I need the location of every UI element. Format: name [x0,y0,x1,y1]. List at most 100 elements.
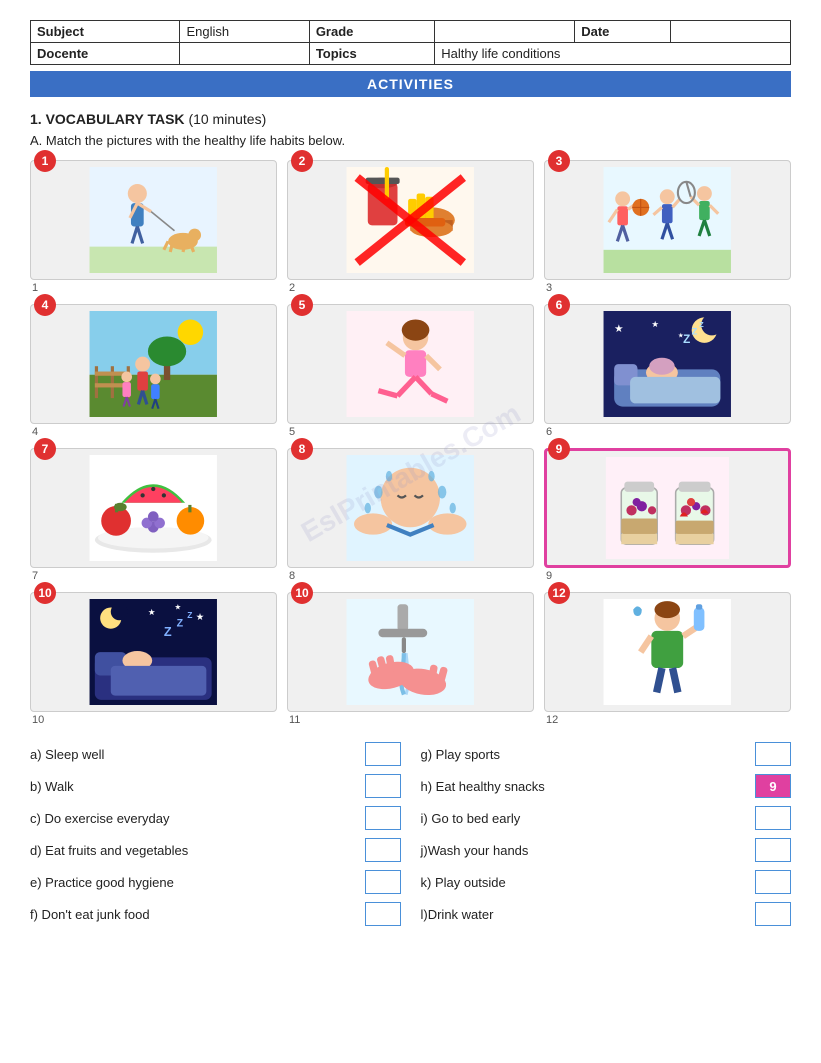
match-label-f: f) Don't eat junk food [30,907,355,922]
match-label-d: d) Eat fruits and vegetables [30,843,355,858]
badge-9: 9 [548,438,570,460]
badge-4: 4 [34,294,56,316]
match-label-b: b) Walk [30,779,355,794]
grade-value [435,21,575,43]
img-label-11: 11 [289,714,300,726]
img-label-12: 12 [546,714,558,726]
img-box-12 [544,592,791,712]
badge-8: 8 [291,438,313,460]
svg-text:★: ★ [175,603,182,612]
match-row-i: i) Go to bed early [421,806,792,830]
match-label-k: k) Play outside [421,875,746,890]
instruction-a: A. Match the pictures with the healthy l… [30,133,791,148]
svg-text:Z: Z [187,610,192,620]
image-cell-5: 5 [287,304,534,438]
docente-label: Docente [31,43,180,65]
section-title: 1. VOCABULARY TASK (10 minutes) [30,111,791,127]
image-cell-12: 12 [544,592,791,726]
img-box-7 [30,448,277,568]
image-cell-10: 10 ★ ★ ★ Z Z Z [30,592,277,726]
svg-text:Z: Z [683,333,690,346]
page-wrapper: Subject English Grade Date Docente Topic… [30,20,791,926]
image-cell-7: 7 [30,448,277,582]
match-col-left: a) Sleep well b) Walk c) Do exercise eve… [30,742,401,926]
image-cell-9: 9 [544,448,791,582]
docente-value [180,43,309,65]
img-box-11 [287,592,534,712]
activities-banner: ACTIVITIES [30,71,791,97]
image-cell-6: 6 ★ ★ ★ [544,304,791,438]
img-box-4 [30,304,277,424]
badge-2: 2 [291,150,313,172]
section-heading: VOCABULARY TASK [46,111,185,127]
match-box-b[interactable] [365,774,401,798]
svg-text:Z: Z [692,326,698,337]
svg-text:★: ★ [148,607,156,617]
match-box-l[interactable] [755,902,791,926]
svg-text:★: ★ [652,319,660,329]
image-cell-4: 4 [30,304,277,438]
subject-value: English [180,21,309,43]
img-7-svg [43,455,264,561]
match-row-g: g) Play sports [421,742,792,766]
image-cell-1: 1 [30,160,277,294]
match-box-g[interactable] [755,742,791,766]
img-box-9 [544,448,791,568]
badge-6: 6 [548,294,570,316]
topics-value: Halthy life conditions [435,43,791,65]
match-label-h: h) Eat healthy snacks [421,779,746,794]
match-row-d: d) Eat fruits and vegetables [30,838,401,862]
match-box-h[interactable]: 9 [755,774,791,798]
svg-text:★: ★ [614,323,624,335]
img-11-svg [300,599,521,705]
img-box-2 [287,160,534,280]
img-2-svg [300,167,521,273]
img-box-1 [30,160,277,280]
match-row-c: c) Do exercise everyday [30,806,401,830]
match-box-i[interactable] [755,806,791,830]
img-label-7: 7 [32,570,38,582]
match-row-l: l)Drink water [421,902,792,926]
img-label-6: 6 [546,426,552,438]
badge-5: 5 [291,294,313,316]
match-box-d[interactable] [365,838,401,862]
svg-text:Z: Z [164,624,172,639]
header-table: Subject English Grade Date Docente Topic… [30,20,791,65]
match-label-g: g) Play sports [421,747,746,762]
img-3-svg [557,167,778,273]
grade-label: Grade [309,21,434,43]
badge-10: 10 [34,582,56,604]
img-box-3 [544,160,791,280]
img-5-svg [300,311,521,417]
img-label-3: 3 [546,282,552,294]
match-row-b: b) Walk [30,774,401,798]
image-cell-3: 3 [544,160,791,294]
match-box-c[interactable] [365,806,401,830]
match-box-e[interactable] [365,870,401,894]
img-label-2: 2 [289,282,295,294]
match-label-j: j)Wash your hands [421,843,746,858]
match-box-f[interactable] [365,902,401,926]
badge-1: 1 [34,150,56,172]
match-box-j[interactable] [755,838,791,862]
match-row-h: h) Eat healthy snacks 9 [421,774,792,798]
img-10-svg: ★ ★ ★ Z Z Z [43,599,264,705]
match-label-a: a) Sleep well [30,747,355,762]
badge-12: 12 [548,582,570,604]
svg-text:★: ★ [196,612,205,623]
img-box-10: ★ ★ ★ Z Z Z [30,592,277,712]
match-row-a: a) Sleep well [30,742,401,766]
image-grid: 1 [30,160,791,726]
match-box-k[interactable] [755,870,791,894]
section-subtitle: (10 minutes) [188,111,266,127]
img-label-10: 10 [32,714,44,726]
match-label-c: c) Do exercise everyday [30,811,355,826]
match-row-k: k) Play outside [421,870,792,894]
img-label-4: 4 [32,426,38,438]
image-cell-2: 2 [287,160,534,294]
match-label-e: e) Practice good hygiene [30,875,355,890]
badge-11: 10 [291,582,313,604]
match-label-i: i) Go to bed early [421,811,746,826]
match-row-f: f) Don't eat junk food [30,902,401,926]
match-box-a[interactable] [365,742,401,766]
